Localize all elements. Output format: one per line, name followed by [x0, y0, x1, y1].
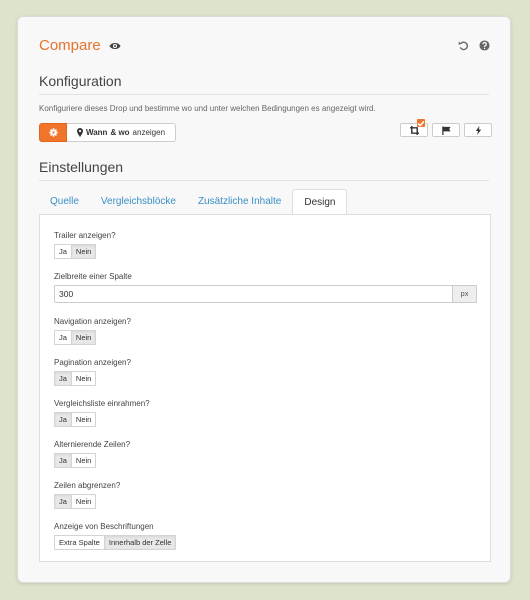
alternating-yes[interactable]: Ja	[54, 453, 72, 468]
column-width-input[interactable]: 300	[54, 285, 453, 303]
flag-button[interactable]	[432, 123, 460, 137]
tab-zusaetzliche-inhalte[interactable]: Zusätzliche Inhalte	[187, 189, 292, 215]
config-description: Konfiguriere dieses Drop und bestimme wo…	[39, 104, 376, 113]
trailer-toggle: Ja Nein	[54, 244, 97, 259]
undo-icon[interactable]	[458, 40, 469, 51]
borders-label: Zeilen abgrenzen?	[54, 481, 121, 490]
settings-tabs: Quelle Vergleichsblöcke Zusätzliche Inha…	[39, 189, 348, 215]
borders-yes[interactable]: Ja	[54, 494, 72, 509]
tab-vergleichsbloecke[interactable]: Vergleichsblöcke	[90, 189, 187, 215]
navigation-no[interactable]: Nein	[71, 330, 97, 345]
flag-icon	[441, 125, 451, 135]
pagination-toggle: Ja Nein	[54, 371, 97, 386]
where-label: & wo	[110, 128, 130, 137]
navigation-toggle: Ja Nein	[54, 330, 97, 345]
width-label: Zielbreite einer Spalte	[54, 272, 132, 281]
frame-toggle: Ja Nein	[54, 412, 97, 427]
help-icon[interactable]	[479, 40, 490, 51]
alternating-toggle: Ja Nein	[54, 453, 97, 468]
frame-no[interactable]: Nein	[71, 412, 97, 427]
drop-title: Compare	[39, 37, 101, 54]
captions-toggle: Extra Spalte Innerhalb der Zelle	[54, 535, 177, 550]
config-title: Konfiguration	[39, 73, 122, 89]
frame-label: Vergleichsliste einrahmen?	[54, 399, 150, 408]
design-tab-panel: Trailer anzeigen? Ja Nein Zielbreite ein…	[39, 214, 491, 562]
divider	[39, 94, 489, 95]
crop-button[interactable]	[400, 119, 428, 137]
gear-icon	[48, 128, 58, 137]
divider	[39, 180, 489, 181]
captions-inside-cell[interactable]: Innerhalb der Zelle	[104, 535, 177, 550]
when-where-button[interactable]: Wann & wo anzeigen	[67, 123, 176, 142]
captions-label: Anzeige von Beschriftungen	[54, 522, 154, 531]
pagination-label: Pagination anzeigen?	[54, 358, 131, 367]
trailer-label: Trailer anzeigen?	[54, 231, 116, 240]
pagination-yes[interactable]: Ja	[54, 371, 72, 386]
check-icon	[417, 120, 425, 127]
settings-button[interactable]	[39, 123, 67, 142]
frame-yes[interactable]: Ja	[54, 412, 72, 427]
lightning-icon	[475, 125, 481, 135]
tab-quelle[interactable]: Quelle	[39, 189, 90, 215]
px-addon: px	[452, 285, 477, 303]
lightning-button[interactable]	[464, 123, 492, 137]
map-marker-icon	[76, 128, 83, 137]
settings-title: Einstellungen	[39, 159, 124, 175]
captions-extra-column[interactable]: Extra Spalte	[54, 535, 105, 550]
navigation-yes[interactable]: Ja	[54, 330, 72, 345]
drop-panel: Compare Konfiguration Konfiguriere diese…	[17, 16, 511, 583]
check-badge	[417, 119, 425, 127]
alternating-no[interactable]: Nein	[71, 453, 97, 468]
navigation-label: Navigation anzeigen?	[54, 317, 131, 326]
eye-icon[interactable]	[109, 41, 121, 51]
borders-toggle: Ja Nein	[54, 494, 97, 509]
when-label: Wann	[85, 128, 108, 137]
trailer-yes[interactable]: Ja	[54, 244, 72, 259]
pagination-no[interactable]: Nein	[71, 371, 97, 386]
trailer-no[interactable]: Nein	[71, 244, 97, 259]
borders-no[interactable]: Nein	[71, 494, 97, 509]
tab-design[interactable]: Design	[292, 189, 348, 215]
alternating-label: Alternierende Zeilen?	[54, 440, 131, 449]
show-label: anzeigen	[132, 128, 166, 137]
